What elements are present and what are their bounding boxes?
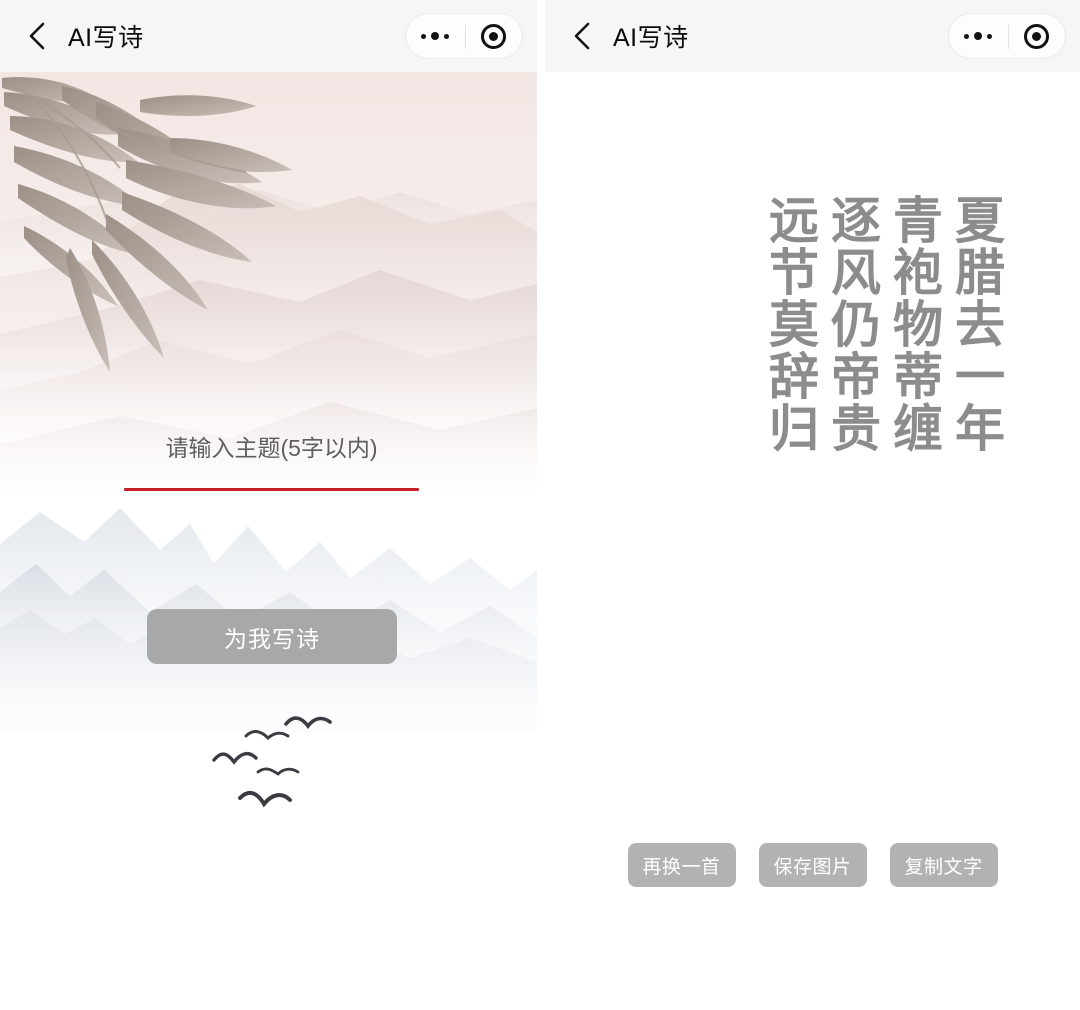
poem-column: 青袍物蒂缠 — [885, 194, 943, 454]
poem-actions: 再换一首 保存图片 复制文字 — [545, 843, 1080, 887]
chevron-left-icon — [571, 21, 593, 51]
more-dots-icon — [964, 32, 992, 40]
mini-program-capsule-left — [405, 13, 523, 59]
capsule-divider-left — [465, 25, 466, 49]
left-screen: AI写诗 请输入主题(5字以内) 为我写诗 — [0, 0, 537, 1010]
save-image-button[interactable]: 保存图片 — [758, 843, 867, 887]
target-circle-icon — [480, 23, 506, 49]
poem-column: 夏腊去一年 — [947, 194, 1005, 454]
regenerate-poem-button[interactable]: 再换一首 — [627, 843, 736, 887]
poem-vertical-text: 夏腊去一年 青袍物蒂缠 逐风仍帝贵 远节莫辞归 — [761, 194, 1005, 454]
target-circle-icon — [1023, 23, 1049, 49]
back-button-left[interactable] — [22, 21, 52, 51]
topic-field — [124, 435, 419, 491]
navigation-bar-right: AI写诗 — [545, 0, 1080, 72]
more-dots-icon — [421, 32, 449, 40]
write-poem-button[interactable]: 为我写诗 — [147, 609, 397, 664]
page-title-right: AI写诗 — [613, 24, 689, 52]
close-miniprogram-button-left[interactable] — [464, 14, 522, 58]
topic-input[interactable] — [124, 435, 419, 470]
poem-column: 远节莫辞归 — [761, 194, 819, 454]
poem-area: 夏腊去一年 青袍物蒂缠 逐风仍帝贵 远节莫辞归 — [545, 72, 1080, 772]
page-title-left: AI写诗 — [68, 24, 144, 52]
copy-text-button[interactable]: 复制文字 — [889, 843, 998, 887]
navigation-bar-left: AI写诗 — [0, 0, 537, 72]
more-menu-button-left[interactable] — [406, 14, 464, 58]
back-button-right[interactable] — [567, 21, 597, 51]
topic-input-underline — [124, 488, 419, 491]
chevron-left-icon — [26, 21, 48, 51]
mini-program-capsule-right — [948, 13, 1066, 59]
close-miniprogram-button-right[interactable] — [1007, 14, 1065, 58]
right-screen: AI写诗 夏腊去一年 青袍物蒂缠 逐风仍帝贵 远节莫辞归 再换一首 保存图片 复… — [545, 0, 1080, 1010]
capsule-divider-right — [1008, 25, 1009, 49]
dual-screen-container: AI写诗 请输入主题(5字以内) 为我写诗 AI写诗 夏腊去一年 青袍物蒂缠 逐… — [0, 0, 1080, 1010]
more-menu-button-right[interactable] — [949, 14, 1007, 58]
poem-column: 逐风仍帝贵 — [823, 194, 881, 454]
